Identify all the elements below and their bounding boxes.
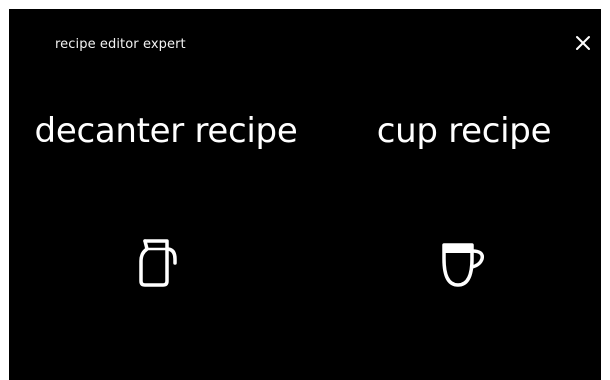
cup-icon: [438, 237, 490, 293]
decanter-recipe-label: decanter recipe: [34, 111, 298, 151]
close-icon: [576, 36, 590, 50]
page-title: recipe editor expert: [55, 37, 186, 52]
cup-recipe-option[interactable]: cup recipe: [339, 97, 589, 327]
recipe-editor-screen: recipe editor expert decanter recipe cup…: [9, 9, 601, 380]
cup-recipe-label: cup recipe: [376, 111, 552, 151]
decanter-recipe-option[interactable]: decanter recipe: [21, 97, 311, 327]
decanter-icon: [137, 237, 185, 293]
close-button[interactable]: [569, 29, 597, 57]
